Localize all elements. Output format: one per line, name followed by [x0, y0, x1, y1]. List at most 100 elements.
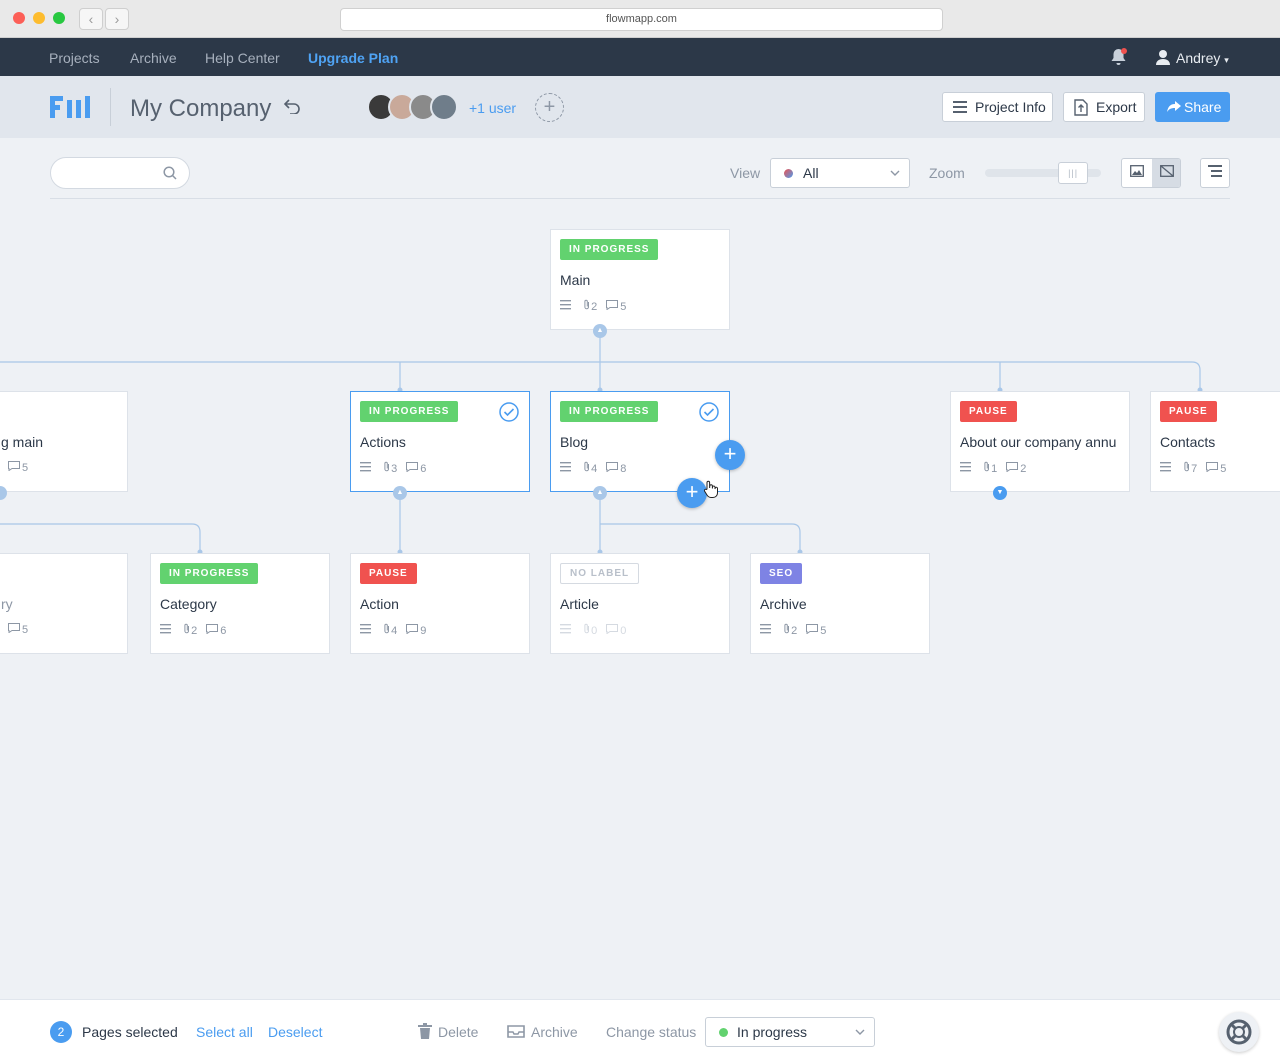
page-title: Category — [160, 596, 217, 612]
selected-check-icon[interactable] — [499, 402, 519, 422]
card-meta: 5 — [8, 461, 28, 475]
page-card-action[interactable]: PAUSE Action 4 9 — [350, 553, 530, 654]
collapse-toggle-icon[interactable]: ▲ — [593, 486, 607, 500]
comment-count: 5 — [820, 624, 827, 637]
description-icon — [960, 461, 971, 476]
archive-button[interactable]: Archive — [531, 1024, 578, 1040]
sitemap-connectors — [0, 331, 1203, 555]
comment-count: 8 — [620, 462, 627, 475]
hand-cursor-icon — [703, 480, 719, 503]
card-meta: 4 8 — [560, 461, 626, 475]
description-icon — [760, 623, 771, 638]
status-badge: NO LABEL — [560, 563, 640, 584]
select-all-link[interactable]: Select all — [196, 1024, 253, 1040]
attachment-count: 7 — [1191, 462, 1198, 475]
attachment-count: 2 — [791, 624, 798, 637]
comment-count: 5 — [22, 462, 29, 475]
archive-box-icon[interactable] — [507, 1025, 525, 1043]
page-card-main[interactable]: IN PROGRESS Main 2 5 — [550, 229, 730, 330]
attachment-count: 0 — [591, 624, 598, 637]
attachment-count: 1 — [991, 462, 998, 475]
pages-selected-label: Pages selected — [82, 1024, 178, 1040]
comment-icon — [606, 461, 619, 476]
delete-button[interactable]: Delete — [438, 1024, 478, 1040]
comment-icon — [406, 461, 419, 476]
page-card-contacts[interactable]: PAUSE Contacts 7 5 — [1150, 391, 1280, 492]
add-sibling-page-button[interactable]: + — [715, 440, 745, 470]
description-icon — [160, 623, 171, 638]
comment-icon — [1206, 461, 1219, 476]
description-icon — [360, 623, 371, 638]
page-title: ry — [1, 596, 13, 612]
page-card-actions[interactable]: IN PROGRESS Actions 3 6 — [350, 391, 530, 492]
attachment-icon — [983, 461, 991, 476]
selection-bar: 2 Pages selected Select all Deselect Del… — [0, 999, 1280, 1062]
attachment-count: 4 — [591, 462, 598, 475]
comment-icon — [8, 623, 20, 637]
page-title: Contacts — [1160, 434, 1216, 450]
trash-icon[interactable] — [418, 1023, 432, 1044]
status-badge: IN PROGRESS — [560, 239, 659, 260]
comment-icon — [1006, 461, 1019, 476]
comment-icon — [206, 623, 219, 638]
comment-icon — [406, 623, 419, 638]
card-meta: 2 5 — [760, 623, 826, 637]
deselect-link[interactable]: Deselect — [268, 1024, 322, 1040]
page-title: Actions — [360, 434, 406, 450]
status-select-value: In progress — [737, 1024, 808, 1040]
collapse-toggle-icon[interactable]: ▲ — [593, 324, 607, 338]
status-badge: PAUSE — [1160, 401, 1217, 422]
status-badge: IN PROGRESS — [160, 563, 259, 584]
description-icon — [1160, 461, 1171, 476]
page-title: Archive — [760, 596, 807, 612]
page-title: Blog — [560, 434, 589, 450]
selected-count-badge: 2 — [50, 1021, 72, 1043]
comment-icon — [8, 461, 20, 475]
attachment-icon — [583, 623, 591, 638]
status-dot-icon — [719, 1028, 728, 1037]
page-card-archive[interactable]: SEO Archive 2 5 — [750, 553, 930, 654]
card-meta: 2 5 — [560, 299, 626, 313]
comment-count: 5 — [22, 624, 29, 637]
attachment-count: 3 — [391, 462, 398, 475]
page-card-category[interactable]: IN PROGRESS Category 2 6 — [150, 553, 330, 654]
attachment-icon — [1183, 461, 1191, 476]
attachment-count: 2 — [191, 624, 198, 637]
status-badge: PAUSE — [960, 401, 1017, 422]
page-card-blog[interactable]: IN PROGRESS Blog 4 8 — [550, 391, 730, 492]
attachment-icon — [383, 623, 391, 638]
page-card-g-main[interactable]: g main 5 — [0, 391, 128, 492]
card-meta: 2 6 — [160, 623, 226, 637]
page-title: Main — [560, 272, 591, 288]
card-meta: 4 9 — [360, 623, 426, 637]
comment-count: 6 — [220, 624, 227, 637]
attachment-icon — [183, 623, 191, 638]
selected-check-icon[interactable] — [699, 402, 719, 422]
page-card-about[interactable]: PAUSE About our company annu 1 2 — [950, 391, 1130, 492]
page-card-partial[interactable]: ry 5 — [0, 553, 128, 654]
comment-icon — [606, 299, 619, 314]
attachment-icon — [583, 299, 591, 314]
page-title: Article — [560, 596, 599, 612]
status-select[interactable]: In progress — [705, 1017, 875, 1047]
status-badge: IN PROGRESS — [360, 401, 459, 422]
page-card-article[interactable]: NO LABEL Article 0 0 — [550, 553, 730, 654]
card-meta: 3 6 — [360, 461, 426, 475]
attachment-count: 2 — [591, 300, 598, 313]
comment-count: 9 — [420, 624, 427, 637]
comment-count: 6 — [420, 462, 427, 475]
description-icon — [560, 461, 571, 476]
comment-icon — [806, 623, 819, 638]
comment-count: 5 — [1220, 462, 1227, 475]
card-meta: 0 0 — [560, 623, 626, 637]
collapse-toggle-icon[interactable]: ▲ — [393, 486, 407, 500]
change-status-label: Change status — [606, 1024, 697, 1040]
comment-count: 5 — [620, 300, 627, 313]
comment-icon — [606, 623, 619, 638]
comment-count: 2 — [1020, 462, 1027, 475]
description-icon — [360, 461, 371, 476]
lifebuoy-icon — [1226, 1019, 1252, 1045]
expand-toggle-icon[interactable]: ▼ — [993, 486, 1007, 500]
attachment-icon — [583, 461, 591, 476]
help-lifebuoy-button[interactable] — [1219, 1012, 1259, 1052]
